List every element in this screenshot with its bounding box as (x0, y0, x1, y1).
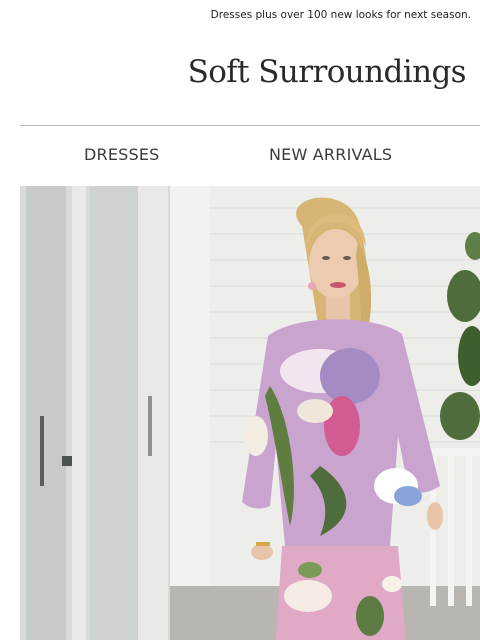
main-nav: DRESSES NEW ARRIVALS (20, 145, 480, 169)
nav-link-dresses[interactable]: DRESSES (84, 145, 160, 164)
brand-logo[interactable]: Soft Surroundings (188, 54, 467, 90)
email-page: Dresses plus over 100 new looks for next… (0, 0, 480, 640)
header-divider (20, 125, 480, 126)
door-panel-left (26, 186, 66, 640)
hero-image[interactable] (20, 186, 480, 640)
preheader-text[interactable]: Dresses plus over 100 new looks for next… (211, 9, 471, 21)
hero-illustration (20, 186, 480, 640)
door-handle (40, 416, 44, 486)
door-panel-right (90, 186, 138, 640)
nav-link-new-arrivals[interactable]: NEW ARRIVALS (269, 145, 392, 164)
